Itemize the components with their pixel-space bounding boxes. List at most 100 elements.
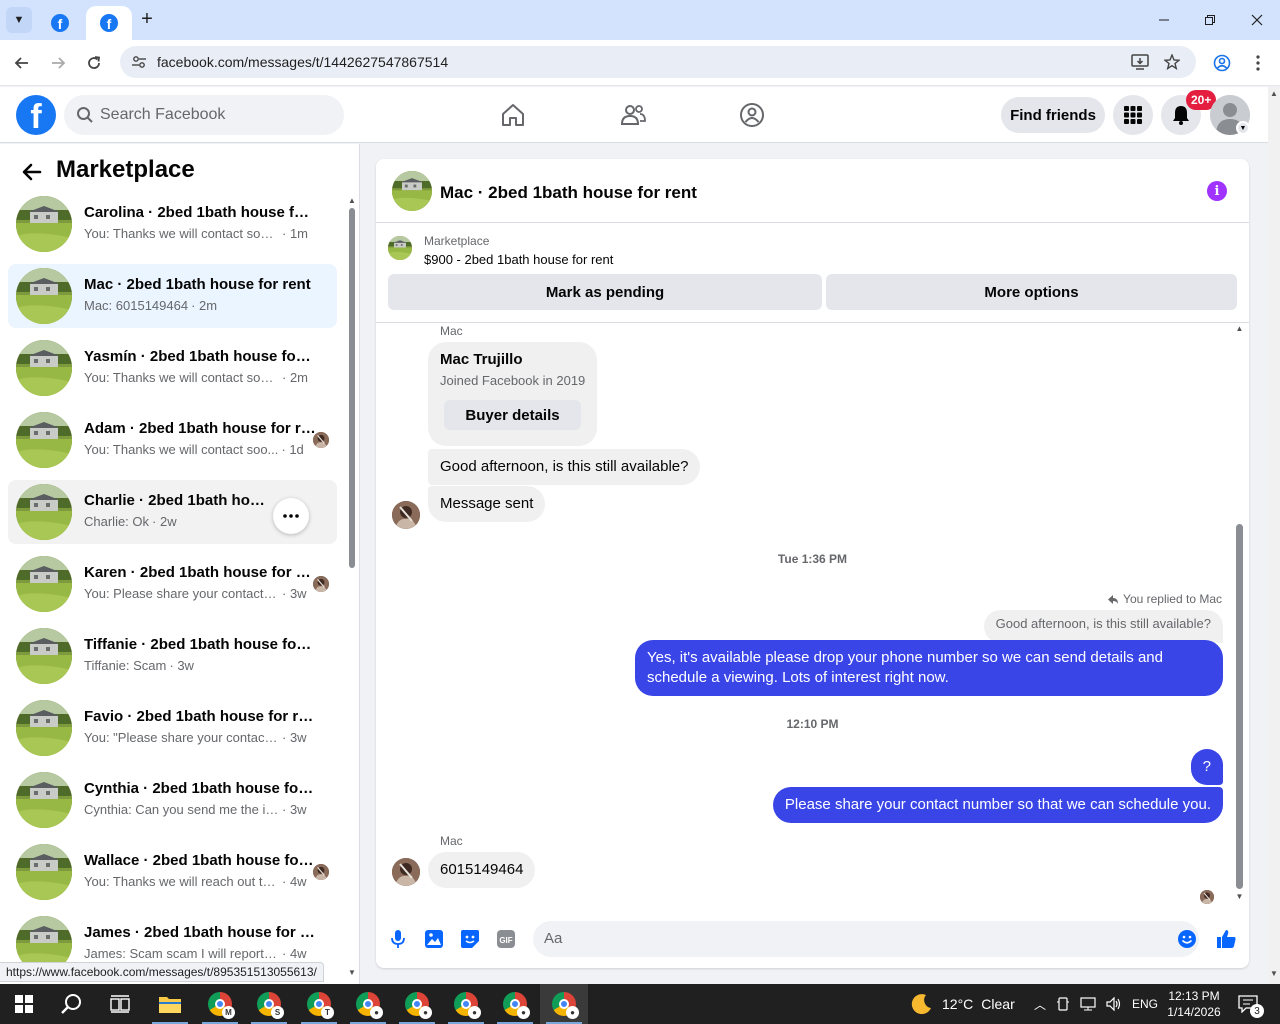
- chrome-active-window-button[interactable]: ●: [540, 984, 588, 1024]
- chrome-profile-button[interactable]: ●: [491, 984, 539, 1024]
- reload-button[interactable]: [81, 50, 107, 76]
- scroll-up-arrow-icon[interactable]: ▲: [348, 196, 356, 205]
- tab-search-dropdown[interactable]: ▼: [6, 7, 32, 33]
- network-icon[interactable]: [1080, 997, 1096, 1011]
- account-caret-icon[interactable]: ▼: [1236, 121, 1250, 135]
- install-app-icon[interactable]: [1130, 52, 1150, 72]
- chrome-profile-t-button[interactable]: T: [295, 984, 343, 1024]
- input-language[interactable]: ENG: [1132, 997, 1158, 1011]
- back-button[interactable]: [9, 50, 35, 76]
- chrome-profile-button[interactable]: ●: [442, 984, 490, 1024]
- chat-title[interactable]: Mac · 2bed 1bath house for rent: [440, 183, 697, 203]
- notification-center-button[interactable]: 3: [1238, 984, 1264, 1024]
- facebook-logo-icon[interactable]: f: [16, 95, 56, 135]
- conversation-preview-row: You: "Please share your contact nu... · 3…: [84, 730, 320, 745]
- incoming-message[interactable]: Message sent: [428, 486, 546, 522]
- profile-button[interactable]: [1209, 50, 1235, 76]
- chrome-icon: S: [257, 992, 284, 1019]
- listing-thumbnail[interactable]: [392, 171, 432, 211]
- incoming-message[interactable]: Good afternoon, is this still available?: [428, 449, 701, 485]
- mark-as-pending-button[interactable]: Mark as pending: [388, 274, 822, 310]
- home-nav-button[interactable]: [497, 99, 529, 131]
- file-explorer-button[interactable]: [146, 984, 194, 1024]
- like-thumbs-up-icon[interactable]: [1215, 928, 1237, 950]
- quoted-message[interactable]: Good afternoon, is this still available?: [983, 610, 1223, 643]
- link-status-url: https://www.facebook.com/messages/t/8953…: [0, 962, 324, 982]
- scroll-up-arrow-icon[interactable]: ▲: [1270, 89, 1278, 98]
- more-options-button[interactable]: More options: [826, 274, 1237, 310]
- read-receipt-avatar: [1200, 890, 1214, 904]
- find-friends-button[interactable]: Find friends: [1001, 97, 1105, 133]
- incoming-message[interactable]: 6015149464: [428, 852, 536, 888]
- restore-button[interactable]: [1187, 0, 1233, 40]
- outgoing-message[interactable]: ?: [1190, 749, 1223, 785]
- scroll-up-arrow-icon[interactable]: ▲: [1235, 324, 1244, 333]
- emoji-icon[interactable]: [1176, 928, 1198, 950]
- weather-widget[interactable]: 12°C Clear: [910, 984, 1015, 1024]
- facebook-tab-2[interactable]: f: [86, 6, 132, 40]
- address-bar[interactable]: facebook.com/messages/t/1442627547867514: [120, 46, 1196, 78]
- clock[interactable]: 12:13 PM 1/14/2026: [1162, 984, 1226, 1024]
- search-input[interactable]: Search Facebook: [64, 95, 344, 135]
- photo-icon[interactable]: [423, 928, 445, 950]
- scrollbar-thumb[interactable]: [1236, 524, 1243, 889]
- svg-text:GIF: GIF: [499, 936, 512, 945]
- minimize-button[interactable]: [1141, 0, 1187, 40]
- facebook-tab-1[interactable]: f: [40, 6, 80, 40]
- scrollbar-thumb[interactable]: [349, 208, 355, 568]
- friends-nav-button[interactable]: [617, 99, 649, 131]
- conversation-item[interactable]: Charlie · 2bed 1bath house for rent Charl…: [8, 480, 337, 544]
- listing-thumbnail: [16, 772, 72, 828]
- outgoing-message[interactable]: Yes, it's available please drop your pho…: [635, 640, 1223, 696]
- sender-avatar[interactable]: [392, 858, 420, 886]
- conversation-preview: Tiffanie: Scam: [84, 658, 167, 673]
- chrome-profile-button[interactable]: ●: [344, 984, 392, 1024]
- task-view-button[interactable]: [96, 984, 144, 1024]
- device-icon[interactable]: [1056, 996, 1070, 1012]
- weather-desc: Clear: [981, 996, 1015, 1012]
- conversation-item[interactable]: Carolina · 2bed 1bath house for rent You:…: [8, 192, 337, 256]
- forward-button[interactable]: [45, 50, 71, 76]
- groups-nav-button[interactable]: [736, 99, 768, 131]
- site-settings-icon[interactable]: [130, 53, 148, 71]
- conversation-item[interactable]: Adam · 2bed 1bath house for rent You: Tha…: [8, 408, 337, 472]
- conversation-item[interactable]: Cynthia · 2bed 1bath house for rent Cynth…: [8, 768, 337, 832]
- message-input[interactable]: Aa: [533, 921, 1199, 957]
- conversation-item[interactable]: Favio · 2bed 1bath house for rent You: "P…: [8, 696, 337, 760]
- microphone-icon[interactable]: [387, 928, 409, 950]
- volume-icon[interactable]: [1106, 997, 1122, 1011]
- chrome-profile-s-button[interactable]: S: [245, 984, 293, 1024]
- listing-price-title[interactable]: $900 - 2bed 1bath house for rent: [424, 252, 613, 267]
- browser-menu-button[interactable]: [1245, 50, 1271, 76]
- chrome-profile-button[interactable]: ●: [393, 984, 441, 1024]
- back-arrow-button[interactable]: [20, 160, 44, 184]
- conversation-item[interactable]: Karen · 2bed 1bath house for rent You: Pl…: [8, 552, 337, 616]
- page-scrollbar[interactable]: ▲ ▼: [1268, 87, 1280, 984]
- outgoing-message[interactable]: Please share your contact number so that…: [772, 787, 1223, 823]
- bookmark-star-icon[interactable]: [1162, 52, 1182, 72]
- start-button[interactable]: [0, 984, 48, 1024]
- scroll-down-arrow-icon[interactable]: ▼: [1235, 892, 1244, 901]
- chrome-profile-m-button[interactable]: M: [196, 984, 244, 1024]
- conversation-item[interactable]: Mac · 2bed 1bath house for rent Mac: 6015…: [8, 264, 337, 328]
- conversation-item[interactable]: Tiffanie · 2bed 1bath house for rent Tiff…: [8, 624, 337, 688]
- new-tab-button[interactable]: +: [136, 8, 158, 30]
- conversation-more-options-button[interactable]: [273, 498, 309, 534]
- close-icon: [1251, 14, 1263, 26]
- gif-icon[interactable]: GIF: [495, 928, 517, 950]
- conversation-item[interactable]: Yasmín · 2bed 1bath house for rent You: T…: [8, 336, 337, 400]
- sticker-icon[interactable]: [459, 928, 481, 950]
- scroll-down-arrow-icon[interactable]: ▼: [348, 968, 356, 977]
- close-window-button[interactable]: [1234, 0, 1280, 40]
- info-icon[interactable]: i: [1207, 181, 1227, 201]
- scroll-down-arrow-icon[interactable]: ▼: [1270, 969, 1278, 978]
- listing-thumbnail[interactable]: [388, 236, 412, 260]
- taskbar-search-button[interactable]: [48, 984, 96, 1024]
- chevron-up-icon[interactable]: ︿: [1034, 996, 1046, 1013]
- chat-scrollbar[interactable]: ▲ ▼: [1232, 324, 1246, 904]
- menu-grid-button[interactable]: [1113, 95, 1153, 135]
- conversation-item[interactable]: Wallace · 2bed 1bath house for rent You: …: [8, 840, 337, 904]
- conversation-list-scrollbar[interactable]: ▲ ▼: [346, 196, 358, 981]
- sender-avatar[interactable]: [392, 501, 420, 529]
- buyer-details-button[interactable]: Buyer details: [444, 400, 581, 430]
